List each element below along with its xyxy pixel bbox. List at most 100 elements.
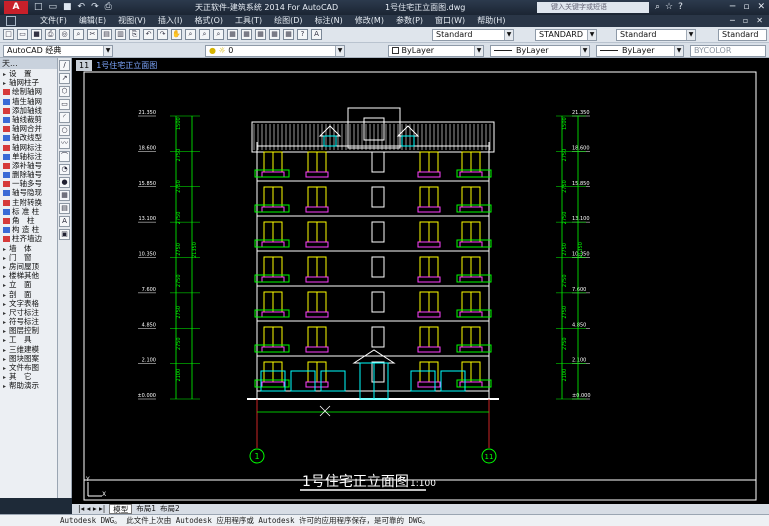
plotstyle-combo[interactable]: BYCOLOR: [690, 45, 766, 57]
toolbar-tool-icon[interactable]: ⌕: [73, 29, 84, 40]
menu-item[interactable]: 工具(T): [235, 15, 262, 27]
toolbar-tool-icon[interactable]: ▦: [227, 29, 238, 40]
palette-item[interactable]: ▸ 楼梯其他: [0, 271, 57, 280]
menu-item[interactable]: 编辑(E): [79, 15, 106, 27]
menu-item[interactable]: 视图(V): [118, 15, 146, 27]
dim-style-combo[interactable]: STANDARD ▼: [535, 29, 597, 41]
palette-item[interactable]: ▸ 帮助演示: [0, 381, 57, 390]
palette-item[interactable]: 添加轴线: [0, 106, 57, 115]
palette-item[interactable]: ▸ 其 它: [0, 372, 57, 381]
toolbar-tool-icon[interactable]: ▤: [101, 29, 112, 40]
close-button[interactable]: ✕: [757, 1, 765, 14]
palette-item[interactable]: ▸ 门 窗: [0, 253, 57, 262]
layer-combo[interactable]: ● ☼ 0 ▼: [205, 45, 345, 57]
toolbar-tool-icon[interactable]: ▦: [241, 29, 252, 40]
palette-item[interactable]: 一轴多号: [0, 179, 57, 188]
help-icon[interactable]: ?: [678, 1, 683, 14]
doc-close-button[interactable]: ✕: [756, 15, 763, 27]
save-icon[interactable]: ■: [63, 2, 72, 13]
palette-item[interactable]: ▸ 工 具: [0, 335, 57, 344]
toolbar-tool-icon[interactable]: ■: [31, 29, 42, 40]
toolbar-tool-icon[interactable]: ?: [297, 29, 308, 40]
open-file-icon[interactable]: ▭: [49, 2, 58, 13]
draw-tool-icon[interactable]: ◜: [59, 112, 70, 123]
search-input[interactable]: 键入关键字或短语: [537, 2, 649, 13]
palette-item[interactable]: 柱齐墙边: [0, 234, 57, 243]
palette-item[interactable]: ▸ 图层控制: [0, 326, 57, 335]
palette-item[interactable]: 绘制轴网: [0, 87, 57, 96]
palette-item[interactable]: ▸ 文字表格: [0, 299, 57, 308]
palette-item[interactable]: ▸ 文件布图: [0, 363, 57, 372]
menu-item[interactable]: 窗口(W): [435, 15, 465, 27]
binoculars-icon[interactable]: ⌕: [655, 1, 660, 14]
redo-icon[interactable]: ↷: [91, 2, 99, 13]
minimize-button[interactable]: ─: [730, 1, 735, 14]
tab-model[interactable]: 模型: [109, 504, 133, 514]
text-style-combo[interactable]: Standard ▼: [432, 29, 514, 41]
draw-tool-icon[interactable]: ▣: [59, 229, 70, 240]
toolbar-tool-icon[interactable]: ▦: [269, 29, 280, 40]
toolbar-tool-icon[interactable]: ↶: [143, 29, 154, 40]
palette-item[interactable]: 角 柱: [0, 216, 57, 225]
palette-item[interactable]: 构 造 柱: [0, 225, 57, 234]
menu-item[interactable]: 标注(N): [315, 15, 343, 27]
draw-tool-icon[interactable]: ↗: [59, 73, 70, 84]
toolbar-tool-icon[interactable]: ⌕: [199, 29, 210, 40]
toolbar-tool-icon[interactable]: ▥: [115, 29, 126, 40]
toolbar-tool-icon[interactable]: ▭: [17, 29, 28, 40]
palette-item[interactable]: 删除轴号: [0, 170, 57, 179]
undo-icon[interactable]: ↶: [78, 2, 86, 13]
palette-item[interactable]: ▸ 房间屋顶: [0, 262, 57, 271]
maximize-button[interactable]: ▫: [743, 1, 749, 14]
draw-tool-icon[interactable]: ○: [59, 125, 70, 136]
palette-item[interactable]: 单轴标注: [0, 152, 57, 161]
plot-icon[interactable]: ⎙: [105, 2, 112, 13]
toolbar-tool-icon[interactable]: ◎: [59, 29, 70, 40]
palette-item[interactable]: 墙生轴网: [0, 97, 57, 106]
star-icon[interactable]: ☆: [665, 1, 673, 14]
doc-restore-button[interactable]: ▫: [743, 15, 748, 27]
menu-item[interactable]: 修改(M): [355, 15, 384, 27]
palette-item[interactable]: 轴网标注: [0, 143, 57, 152]
toolbar-tool-icon[interactable]: ▦: [255, 29, 266, 40]
drawing-tab[interactable]: 11 1号住宅正立面图: [76, 60, 157, 71]
menu-item[interactable]: 绘图(D): [274, 15, 302, 27]
palette-item[interactable]: 轴号隐现: [0, 188, 57, 197]
lineweight-combo[interactable]: ByLayer ▼: [596, 45, 684, 57]
menu-item[interactable]: 插入(I): [158, 15, 183, 27]
multileader-style-combo[interactable]: Standard: [718, 29, 767, 41]
palette-item[interactable]: ▸ 轴网柱子: [0, 78, 57, 87]
draw-tool-icon[interactable]: ◔: [59, 164, 70, 175]
palette-item[interactable]: 标 准 柱: [0, 207, 57, 216]
toolbar-tool-icon[interactable]: □: [3, 29, 14, 40]
toolbar-tool-icon[interactable]: ⌕: [185, 29, 196, 40]
toolbar-tool-icon[interactable]: ▦: [283, 29, 294, 40]
toolbar-tool-icon[interactable]: A: [311, 29, 322, 40]
draw-tool-icon[interactable]: 〰: [59, 138, 70, 149]
palette-item[interactable]: ▸ 立 面: [0, 280, 57, 289]
menu-item[interactable]: 参数(P): [396, 15, 423, 27]
tab-layout2[interactable]: 布局2: [160, 504, 180, 514]
palette-item[interactable]: 添补轴号: [0, 161, 57, 170]
draw-tool-icon[interactable]: ●: [59, 177, 70, 188]
new-file-icon[interactable]: □: [34, 2, 43, 13]
menu-item[interactable]: 帮助(H): [477, 15, 505, 27]
document-icon[interactable]: [6, 16, 16, 26]
tab-nav-arrows[interactable]: |◂ ◂ ▸ ▸|: [78, 504, 105, 514]
draw-tool-icon[interactable]: /: [59, 60, 70, 71]
workspace-combo[interactable]: AutoCAD 经典 ▼: [3, 45, 113, 57]
menu-item[interactable]: 格式(O): [194, 15, 223, 27]
toolbar-tool-icon[interactable]: ⌕: [213, 29, 224, 40]
toolbar-tool-icon[interactable]: ✋: [171, 29, 182, 40]
autocad-logo-icon[interactable]: A: [4, 1, 28, 14]
palette-item[interactable]: ▸ 尺寸标注: [0, 308, 57, 317]
draw-tool-icon[interactable]: ⬡: [59, 86, 70, 97]
palette-item[interactable]: ▸ 图块图案: [0, 354, 57, 363]
palette-item[interactable]: ▸ 剖 面: [0, 290, 57, 299]
palette-item[interactable]: 轴线裁剪: [0, 115, 57, 124]
table-style-combo[interactable]: Standard ▼: [616, 29, 696, 41]
palette-item[interactable]: ▸ 设 置: [0, 69, 57, 78]
menu-item[interactable]: 文件(F): [40, 15, 67, 27]
palette-item[interactable]: 轴网合并: [0, 124, 57, 133]
palette-item[interactable]: ▸ 符号标注: [0, 317, 57, 326]
